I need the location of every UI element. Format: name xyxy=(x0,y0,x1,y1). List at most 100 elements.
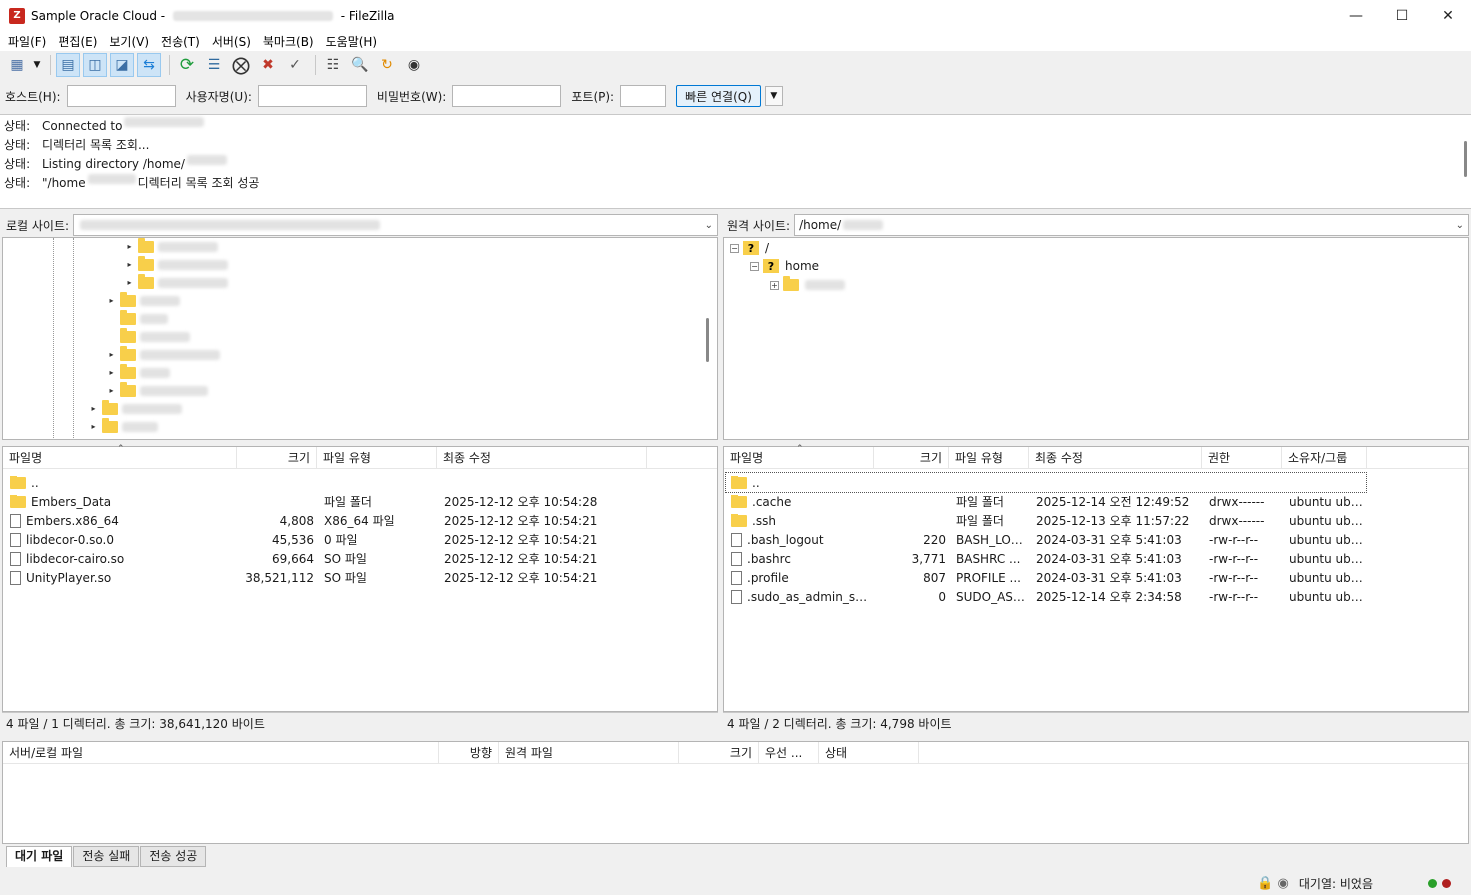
column-header-priority[interactable]: 우선 ... xyxy=(759,741,819,764)
chevron-down-icon[interactable]: ⌄ xyxy=(705,220,713,231)
column-header-filetype[interactable]: 파일 유형 xyxy=(317,446,437,469)
menu-file[interactable]: 파일(F) xyxy=(4,33,54,50)
chevron-down-icon[interactable]: ⌄ xyxy=(1456,220,1464,231)
toggle-queue-icon[interactable]: ⇆ xyxy=(137,53,161,77)
username-input[interactable] xyxy=(257,85,367,107)
tree-item[interactable] xyxy=(107,310,170,328)
redacted-text xyxy=(158,260,228,270)
table-row[interactable]: libdecor-0.so.0 45,536 0 파일 2025-12-12 오후 1… xyxy=(5,530,649,549)
disconnect-icon[interactable]: ✖ xyxy=(256,53,280,77)
port-input[interactable] xyxy=(620,85,667,107)
speed-limit-icon[interactable]: ◉ xyxy=(1278,876,1289,891)
search-remote-files-icon[interactable]: ◉ xyxy=(402,53,426,77)
tree-item-home[interactable]: −? home xyxy=(750,257,819,275)
table-row[interactable]: .sudo_as_admin_succ... 0 SUDO_AS_... 2025-1… xyxy=(726,587,1369,606)
log-scrollbar[interactable] xyxy=(1464,141,1467,177)
column-header-modified[interactable]: 최종 수정 xyxy=(1029,446,1202,469)
table-row[interactable]: UnityPlayer.so 38,521,112 SO 파일 2025-12-12 … xyxy=(5,568,649,587)
quickconnect-button[interactable]: 빠른 연결(Q) xyxy=(676,85,761,107)
site-manager-dropdown-icon[interactable]: ▼ xyxy=(32,53,42,77)
tree-item[interactable]: ▸ xyxy=(107,382,210,400)
log-line: 상태: Listing directory /home/ xyxy=(4,155,1467,174)
tree-item[interactable] xyxy=(107,328,192,346)
table-row[interactable]: .bashrc 3,771 BASHRC ... 2024-03-31 오후 5:41… xyxy=(726,549,1369,568)
menu-bookmarks[interactable]: 북마크(B) xyxy=(259,33,322,50)
remote-path-input[interactable]: /home/ ⌄ xyxy=(794,214,1469,236)
column-header-permissions[interactable]: 권한 xyxy=(1202,446,1282,469)
table-row[interactable]: Embers.x86_64 4,808 X86_64 파일 2025-12-12 오후… xyxy=(5,511,649,530)
directory-listing-filters-icon[interactable]: ☷ xyxy=(321,53,345,77)
redacted-text xyxy=(140,332,190,342)
column-header-filetype[interactable]: 파일 유형 xyxy=(949,446,1029,469)
tab-successful-transfers[interactable]: 전송 성공 xyxy=(140,846,207,867)
table-row[interactable]: .profile 807 PROFILE ... 2024-03-31 오후 5:41… xyxy=(726,568,1369,587)
column-header-size[interactable]: 크기 xyxy=(679,741,759,764)
tab-queued-files[interactable]: 대기 파일 xyxy=(6,846,73,867)
toggle-remote-tree-icon[interactable]: ◪ xyxy=(110,53,134,77)
menu-server[interactable]: 서버(S) xyxy=(208,33,259,50)
column-header-size[interactable]: 크기 xyxy=(237,446,317,469)
menu-transfer[interactable]: 전송(T) xyxy=(157,33,208,50)
queue-header: 서버/로컬 파일 방향 원격 파일 크기 우선 ... 상태 xyxy=(3,741,1468,764)
maximize-button[interactable]: ☐ xyxy=(1379,0,1425,31)
port-label: 포트(P): xyxy=(571,89,615,104)
tree-item[interactable]: ▸ xyxy=(125,274,230,292)
cancel-operation-icon[interactable]: ⨂ xyxy=(229,53,253,77)
password-input[interactable] xyxy=(452,85,562,107)
menu-edit[interactable]: 편집(E) xyxy=(54,33,105,50)
column-header-modified[interactable]: 최종 수정 xyxy=(437,446,647,469)
table-row[interactable]: libdecor-cairo.so 69,664 SO 파일 2025-12-12 오… xyxy=(5,549,649,568)
reconnect-icon[interactable]: ✓ xyxy=(283,53,307,77)
local-path-input[interactable]: ⌄ xyxy=(73,214,718,236)
filename-cell: .. xyxy=(5,475,239,490)
close-button[interactable]: ✕ xyxy=(1425,0,1471,31)
folder-icon xyxy=(120,310,136,325)
toggle-directory-comparison-icon[interactable]: 🔍 xyxy=(348,53,372,77)
site-manager-icon[interactable]: ▦ xyxy=(5,53,29,77)
table-row[interactable]: .bash_logout 220 BASH_LOG... 2024-03-31 오후 … xyxy=(726,530,1369,549)
tree-item[interactable]: ▸ xyxy=(107,364,172,382)
column-header-remote-file[interactable]: 원격 파일 xyxy=(499,741,679,764)
menu-help[interactable]: 도움말(H) xyxy=(322,33,386,50)
quickconnect-dropdown-icon[interactable]: ▼ xyxy=(764,86,783,106)
collapse-icon[interactable]: − xyxy=(750,261,759,271)
tab-failed-transfers[interactable]: 전송 실패 xyxy=(73,846,140,867)
table-row[interactable]: Embers_Data 파일 폴더 2025-12-12 오후 10:54:28 xyxy=(5,492,649,511)
minimize-button[interactable]: — xyxy=(1333,0,1379,31)
column-header-local-file[interactable]: 서버/로컬 파일 xyxy=(3,741,439,764)
window-controls: — ☐ ✕ xyxy=(1333,0,1471,31)
table-row[interactable]: .ssh 파일 폴더 2025-12-13 오후 11:57:22 drwx-----… xyxy=(726,511,1369,530)
permissions-cell: -rw-r--r-- xyxy=(1209,532,1259,547)
local-tree-scrollbar[interactable] xyxy=(706,318,709,362)
tree-item[interactable]: ▸ xyxy=(107,292,182,310)
tree-item[interactable]: ▸ xyxy=(107,346,222,364)
tree-item[interactable]: ▸ xyxy=(89,400,184,418)
column-header-size[interactable]: 크기 xyxy=(874,446,949,469)
host-input[interactable] xyxy=(66,85,176,107)
table-row[interactable]: .. xyxy=(725,472,1367,493)
toggle-log-icon[interactable]: ▤ xyxy=(56,53,80,77)
redacted-text xyxy=(140,314,168,324)
tree-item-root[interactable]: −? / xyxy=(730,239,769,257)
toggle-local-tree-icon[interactable]: ◫ xyxy=(83,53,107,77)
column-header-status[interactable]: 상태 xyxy=(819,741,919,764)
column-header-owner[interactable]: 소유자/그룹 xyxy=(1282,446,1367,469)
log-text: "/home xyxy=(42,176,86,190)
menu-view[interactable]: 보기(V) xyxy=(105,33,157,50)
type-cell: BASHRC ... xyxy=(956,551,1021,566)
tree-item[interactable]: ▸ xyxy=(125,238,220,256)
redacted-text xyxy=(186,155,227,165)
process-queue-icon[interactable]: ☰ xyxy=(202,53,226,77)
tree-item[interactable]: ▸ xyxy=(89,418,160,436)
led-green-icon xyxy=(1428,878,1437,888)
tree-item[interactable]: ▸ xyxy=(125,256,230,274)
collapse-icon[interactable]: − xyxy=(730,243,739,253)
size-cell: 0 xyxy=(938,589,946,604)
refresh-icon[interactable]: ⟳ xyxy=(175,53,199,77)
expand-icon[interactable]: + xyxy=(770,280,779,290)
synchronized-browsing-icon[interactable]: ↻ xyxy=(375,53,399,77)
table-row[interactable]: .cache 파일 폴더 2025-12-14 오전 12:49:52 drwx---… xyxy=(726,492,1369,511)
tree-item-user[interactable]: + xyxy=(770,276,847,294)
table-row[interactable]: .. xyxy=(5,473,649,492)
column-header-direction[interactable]: 방향 xyxy=(439,741,499,764)
